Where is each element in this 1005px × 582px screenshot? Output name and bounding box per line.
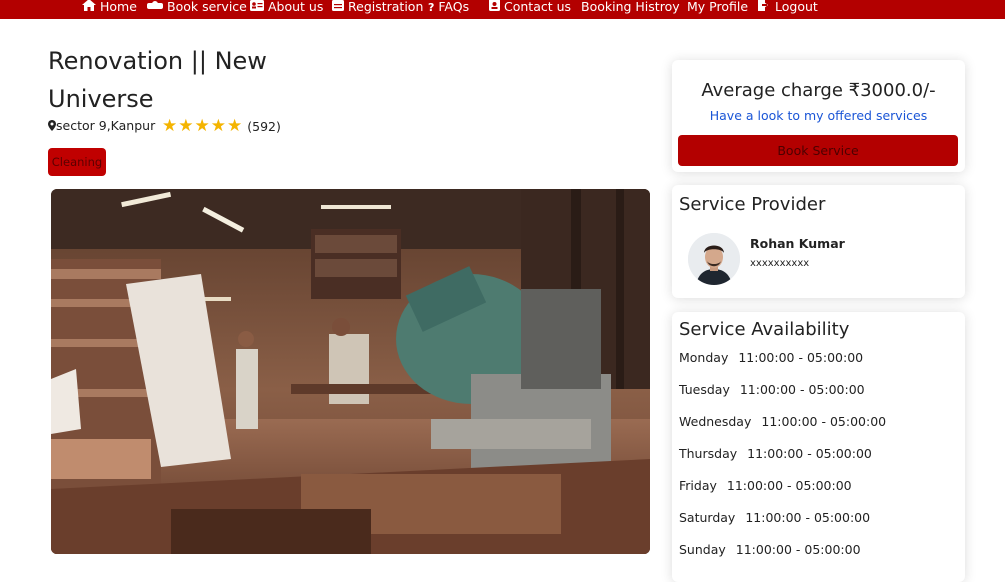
availability-row-saturday: Saturday 11:00:00 - 05:00:00 — [679, 510, 871, 525]
nav-book-service[interactable]: Book service — [147, 0, 247, 15]
avatar[interactable] — [688, 233, 740, 285]
nav-contact-us[interactable]: Contact us — [489, 0, 571, 15]
star-row: ★★★★★ — [162, 116, 243, 136]
tools-icon — [147, 0, 163, 16]
id-card-icon — [250, 0, 264, 16]
provider-heading: Service Provider — [679, 194, 826, 215]
service-title-line2: Universe — [48, 85, 154, 113]
logout-icon — [758, 0, 771, 16]
pricing-card: Average charge ₹3000.0/- Have a look to … — [672, 60, 965, 172]
availability-card: Service Availability Monday 11:00:00 - 05… — [672, 312, 965, 582]
star-icon: ★ — [178, 116, 194, 136]
nav-my-profile[interactable]: My Profile — [687, 0, 748, 15]
availability-row-monday: Monday 11:00:00 - 05:00:00 — [679, 350, 864, 365]
star-icon: ★ — [194, 116, 210, 136]
provider-phone: xxxxxxxxxx — [750, 258, 810, 269]
contact-icon — [489, 0, 500, 16]
book-service-button[interactable]: Book Service — [678, 135, 958, 166]
service-location: sector 9,Kanpur — [48, 118, 155, 134]
star-icon: ★ — [162, 116, 178, 136]
average-charge: Average charge ₹3000.0/- — [701, 80, 936, 101]
register-icon — [332, 0, 344, 16]
availability-row-friday: Friday 11:00:00 - 05:00:00 — [679, 478, 852, 493]
rating: ★★★★★ (592) — [162, 117, 281, 135]
availability-heading: Service Availability — [679, 319, 850, 340]
star-icon: ★ — [227, 116, 243, 136]
nav-about-us[interactable]: About us — [250, 0, 323, 15]
top-navbar: Home Book service About us Registration … — [0, 0, 1005, 19]
provider-name: Rohan Kumar — [750, 236, 845, 251]
home-icon — [82, 0, 96, 16]
nav-faqs[interactable]: ? FAQs — [428, 0, 469, 15]
faq-icon: ? — [428, 1, 435, 14]
star-icon: ★ — [210, 116, 226, 136]
service-hero-image — [51, 189, 650, 554]
availability-row-thursday: Thursday 11:00:00 - 05:00:00 — [679, 446, 872, 461]
offered-services-link[interactable]: Have a look to my offered services — [672, 108, 965, 124]
map-pin-icon — [48, 119, 56, 131]
nav-booking-history[interactable]: Booking Histroy — [581, 0, 680, 15]
nav-logout[interactable]: Logout — [758, 0, 818, 15]
availability-row-sunday: Sunday 11:00:00 - 05:00:00 — [679, 542, 861, 557]
service-title-line1: Renovation || New — [48, 47, 267, 75]
location-text: sector 9,Kanpur — [56, 118, 156, 133]
service-provider-card: Service Provider Rohan Kumar xxxxxxxxxx — [672, 185, 965, 298]
nav-registration[interactable]: Registration — [332, 0, 423, 15]
nav-home[interactable]: Home — [82, 0, 137, 15]
availability-row-tuesday: Tuesday 11:00:00 - 05:00:00 — [679, 382, 865, 397]
review-count: (592) — [247, 119, 281, 134]
category-badge[interactable]: Cleaning — [48, 148, 106, 176]
availability-row-wednesday: Wednesday 11:00:00 - 05:00:00 — [679, 414, 887, 429]
